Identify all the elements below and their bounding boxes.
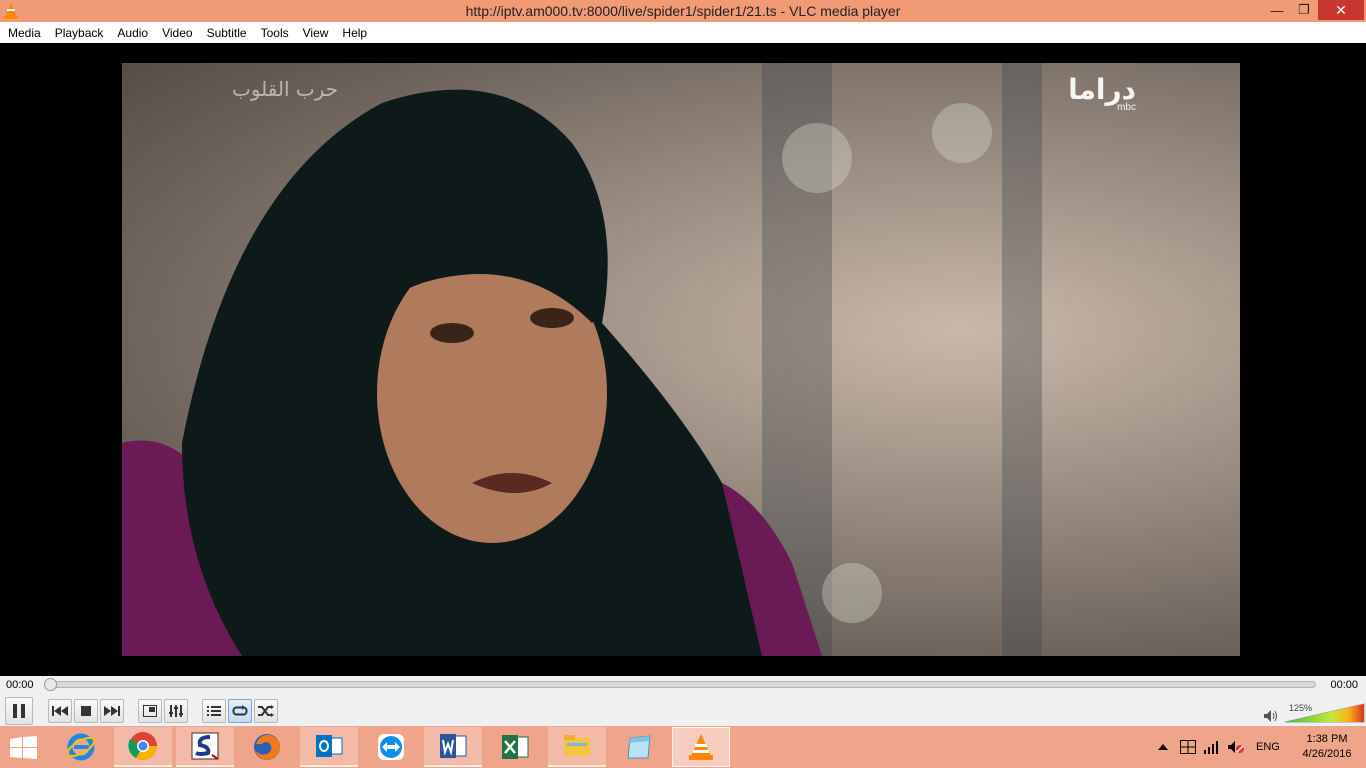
clock[interactable]: 1:38 PM 4/26/2016 — [1292, 732, 1362, 762]
clock-time: 1:38 PM — [1306, 733, 1348, 745]
pause-icon — [13, 704, 25, 718]
menu-view[interactable]: View — [297, 26, 335, 40]
seek-handle[interactable] — [44, 678, 57, 691]
chrome-icon — [128, 732, 157, 760]
seek-row: 00:00 00:00 — [0, 676, 1366, 696]
taskbar-vlc[interactable] — [672, 727, 730, 767]
firefox-icon — [254, 734, 280, 760]
seek-slider[interactable] — [44, 681, 1316, 688]
taskbar-chrome[interactable] — [114, 727, 172, 767]
volume-muted-icon[interactable] — [1228, 740, 1244, 754]
window-title: http://iptv.am000.tv:8000/live/spider1/s… — [465, 3, 901, 19]
shuffle-icon — [258, 705, 274, 717]
video-area[interactable]: حرب القلوب دراما mbc — [0, 43, 1366, 676]
taskbar-app[interactable] — [176, 727, 234, 767]
extended-settings-button[interactable] — [164, 699, 188, 723]
taskbar-outlook[interactable] — [300, 727, 358, 767]
shuffle-button[interactable] — [254, 699, 278, 723]
channel-logo: دراما mbc — [1068, 73, 1136, 113]
close-button[interactable]: ✕ — [1318, 0, 1364, 20]
bokeh-light — [822, 563, 882, 623]
internet-explorer-icon — [66, 733, 96, 761]
elapsed-time[interactable]: 00:00 — [6, 679, 34, 691]
previous-icon — [52, 706, 68, 716]
next-icon — [104, 706, 120, 716]
pause-button[interactable] — [5, 697, 33, 725]
menu-video[interactable]: Video — [156, 26, 198, 40]
action-center-icon[interactable] — [1180, 740, 1196, 754]
stop-button[interactable] — [74, 699, 98, 723]
outlook-icon — [316, 735, 343, 757]
menu-audio[interactable]: Audio — [111, 26, 154, 40]
taskbar-internet-explorer[interactable] — [52, 727, 110, 767]
app-icon — [191, 732, 219, 760]
restore-button[interactable]: ❐ — [1290, 0, 1318, 20]
controls-bar: 125% — [0, 696, 1366, 726]
taskbar-excel[interactable] — [486, 727, 544, 767]
loop-button[interactable] — [228, 699, 252, 723]
taskbar: ENG 1:38 PM 4/26/2016 — [0, 726, 1366, 768]
stop-icon — [81, 706, 91, 716]
menu-playback[interactable]: Playback — [49, 26, 110, 40]
video-frame[interactable]: حرب القلوب دراما mbc — [122, 63, 1240, 656]
bokeh-light — [932, 103, 992, 163]
playlist-icon — [207, 706, 221, 716]
network-signal-icon[interactable] — [1204, 740, 1220, 754]
previous-button[interactable] — [48, 699, 72, 723]
playlist-button[interactable] — [202, 699, 226, 723]
menu-tools[interactable]: Tools — [255, 26, 295, 40]
excel-icon — [502, 735, 529, 759]
taskbar-word[interactable] — [424, 727, 482, 767]
minimize-button[interactable]: — — [1262, 0, 1292, 20]
notepad-icon — [627, 735, 651, 759]
menu-bar: Media Playback Audio Video Subtitle Tool… — [0, 22, 1366, 43]
menu-media[interactable]: Media — [2, 26, 47, 40]
menu-help[interactable]: Help — [336, 26, 373, 40]
taskbar-file-explorer[interactable] — [548, 727, 606, 767]
teamviewer-icon — [378, 734, 404, 760]
speaker-icon[interactable] — [1264, 710, 1278, 722]
input-language[interactable]: ENG — [1256, 726, 1280, 768]
taskbar-teamviewer[interactable] — [362, 727, 420, 767]
vlc-icon — [689, 734, 713, 760]
title-bar: http://iptv.am000.tv:8000/live/spider1/s… — [0, 0, 1366, 22]
next-button[interactable] — [100, 699, 124, 723]
taskbar-firefox[interactable] — [238, 727, 296, 767]
total-time[interactable]: 00:00 — [1330, 679, 1358, 691]
clock-date: 4/26/2016 — [1302, 748, 1352, 760]
word-icon — [440, 734, 467, 758]
fullscreen-icon — [143, 705, 157, 717]
show-hidden-icons-icon[interactable] — [1158, 744, 1168, 750]
loop-icon — [232, 705, 248, 716]
person-figure — [122, 89, 822, 656]
windows-start-icon[interactable] — [10, 736, 38, 760]
extended-settings-icon — [169, 705, 183, 717]
file-explorer-icon — [564, 735, 590, 756]
menu-subtitle[interactable]: Subtitle — [201, 26, 253, 40]
show-title-watermark: حرب القلوب — [232, 77, 339, 101]
fullscreen-button[interactable] — [138, 699, 162, 723]
taskbar-notepad[interactable] — [610, 727, 668, 767]
background-pillar — [1002, 63, 1042, 656]
volume-slider[interactable] — [1285, 701, 1365, 723]
